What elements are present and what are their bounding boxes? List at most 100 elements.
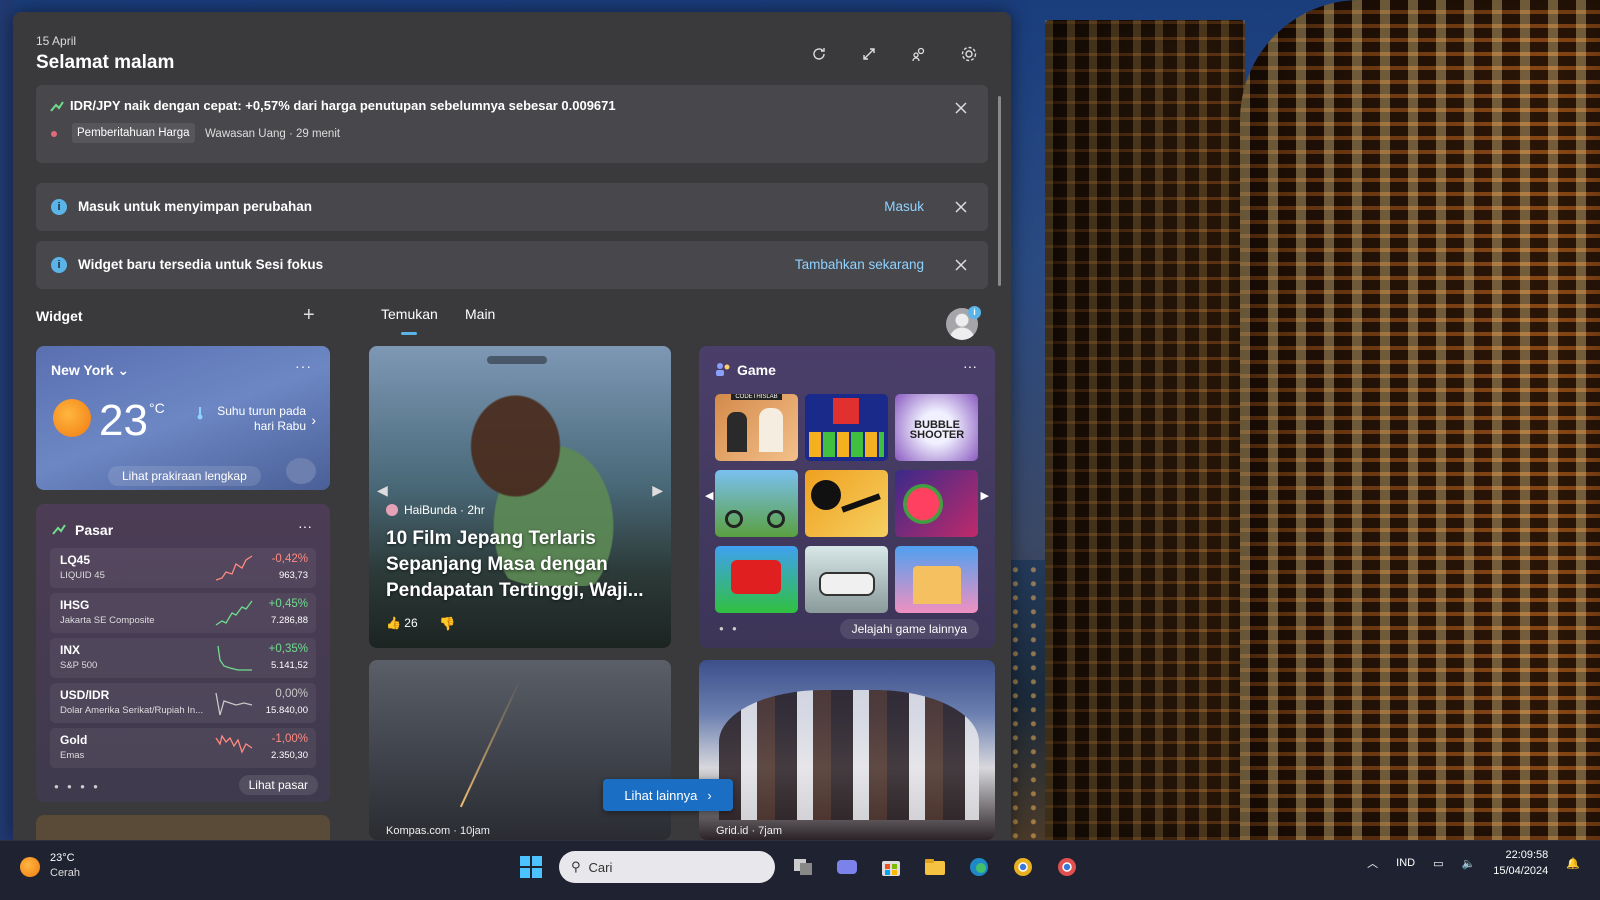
like-button[interactable]: 👍 26 xyxy=(386,616,418,630)
price: 963,73 xyxy=(278,570,308,581)
symbol: Gold xyxy=(60,733,88,747)
chevron-left-icon[interactable]: ◀ xyxy=(705,489,713,502)
game-tile-bubble[interactable]: BUBBLE SHOOTER xyxy=(895,394,978,461)
chevron-right-icon: › xyxy=(707,787,712,803)
weather-widget[interactable]: New York ⌄ ··· 23 °C Suhu turun pada har… xyxy=(36,346,330,490)
game-tile-chess[interactable]: CODETHISLAB xyxy=(715,394,798,461)
news-headline[interactable]: 10 Film Jepang Terlaris Sepanjang Masa d… xyxy=(386,526,656,604)
game-tile-stickman[interactable] xyxy=(805,470,888,537)
sunny-icon xyxy=(20,857,40,877)
header-date: 15 April xyxy=(36,34,77,48)
taskbar-condition: Cerah xyxy=(50,867,80,879)
search-placeholder: Cari xyxy=(588,859,613,875)
market-row[interactable]: INX S&P 500 +0,35% 5.141,52 xyxy=(50,638,316,678)
carousel-pager[interactable] xyxy=(487,356,547,364)
game-tile-motocross[interactable] xyxy=(715,470,798,537)
add-widget-button[interactable]: + xyxy=(303,304,315,327)
change: -1,00% xyxy=(271,733,308,745)
chevron-right-icon[interactable]: ▶ xyxy=(652,482,663,499)
avatar[interactable]: i xyxy=(946,306,981,340)
dislike-icon[interactable]: 👎 xyxy=(439,616,455,632)
store-icon[interactable] xyxy=(875,851,907,883)
market-row[interactable]: Gold Emas -1,00% 2.350,30 xyxy=(50,728,316,768)
tab-main[interactable]: Main xyxy=(465,306,495,322)
volume-icon[interactable]: 🔈 xyxy=(1462,857,1476,870)
price: 5.141,52 xyxy=(271,660,308,671)
file-explorer-icon[interactable] xyxy=(919,851,951,883)
news-source: Grid.id · 7jam xyxy=(716,825,783,837)
market-row[interactable]: LQ45 LIQUID 45 -0,42% 963,73 xyxy=(50,548,316,588)
chevron-left-icon[interactable]: ◀ xyxy=(377,482,388,499)
weather-forecast: Suhu turun pada hari Rabu xyxy=(217,404,306,433)
symbol: USD/IDR xyxy=(60,688,110,702)
scrollbar[interactable] xyxy=(998,96,1001,286)
pager-dots[interactable]: ● ● ● ● xyxy=(54,782,101,791)
symbol-name: S&P 500 xyxy=(60,660,98,671)
alert-tag: Pemberitahuan Harga xyxy=(72,123,195,143)
info-icon: i xyxy=(51,257,67,273)
symbol-name: Jakarta SE Composite xyxy=(60,615,155,626)
news-card[interactable]: ◀ ▶ HaiBunda · 2hr 10 Film Jepang Terlar… xyxy=(369,346,671,648)
taskbar: 23°C Cerah ⚲ Cari ︿ IND ▭ 🔈 22:09:58 15/04… xyxy=(0,840,1600,900)
game-tile-house[interactable] xyxy=(895,546,978,613)
alert-source: Wawasan Uang · 29 menit xyxy=(205,128,341,140)
close-icon[interactable] xyxy=(954,101,968,115)
sparkline xyxy=(215,692,253,716)
gear-icon[interactable] xyxy=(957,42,981,66)
tab-temukan[interactable]: Temukan xyxy=(381,306,438,335)
change: 0,00% xyxy=(275,688,308,700)
symbol-name: Dolar Amerika Serikat/Rupiah In... xyxy=(60,705,204,716)
meet-icon[interactable] xyxy=(831,851,863,883)
header-greeting: Selamat malam xyxy=(36,52,175,73)
sparkline xyxy=(215,734,253,754)
search-input[interactable]: ⚲ Cari xyxy=(559,851,775,883)
clock[interactable]: 22:09:58 15/04/2024 xyxy=(1493,847,1548,879)
symbol: LQ45 xyxy=(60,553,91,567)
close-icon[interactable] xyxy=(954,258,968,272)
market-title: Pasar xyxy=(75,522,114,538)
signin-notice: i Masuk untuk menyimpan perubahan Masuk xyxy=(36,183,988,231)
full-forecast-link[interactable]: Lihat prakiraan lengkap xyxy=(108,466,261,486)
chrome-icon[interactable] xyxy=(1007,851,1039,883)
edge-icon[interactable] xyxy=(963,851,995,883)
chevron-up-icon[interactable]: ︿ xyxy=(1367,855,1378,871)
sparkline xyxy=(217,645,252,671)
widgets-panel: 15 April Selamat malam IDR/JPY naik deng… xyxy=(13,12,1011,840)
notice-text: Masuk untuk menyimpan perubahan xyxy=(78,199,313,214)
people-icon[interactable] xyxy=(907,42,931,66)
refresh-icon[interactable] xyxy=(807,42,831,66)
map-thumbnail[interactable] xyxy=(286,458,316,484)
windows-start-icon[interactable] xyxy=(515,851,547,883)
see-more-button[interactable]: Lihat lainnya › xyxy=(603,779,733,811)
news-card[interactable]: Grid.id · 7jam xyxy=(699,660,995,840)
network-icon[interactable]: ▭ xyxy=(1433,857,1443,870)
market-row[interactable]: IHSG Jakarta SE Composite +0,45% 7.286,88 xyxy=(50,593,316,633)
price-alert-card[interactable]: IDR/JPY naik dengan cepat: +0,57% dari h… xyxy=(36,85,988,163)
more-options-icon[interactable]: ··· xyxy=(295,358,312,374)
chevron-right-icon[interactable]: ▶ xyxy=(981,489,989,502)
game-tile-police-car[interactable] xyxy=(805,546,888,613)
pager-dots[interactable]: ● ● xyxy=(719,624,740,633)
game-tile-watermelon[interactable] xyxy=(895,470,978,537)
clock-date: 15/04/2024 xyxy=(1493,865,1549,877)
chevron-right-icon[interactable]: › xyxy=(311,412,316,428)
bell-icon[interactable]: 🔔 xyxy=(1566,857,1580,870)
more-options-icon[interactable]: ··· xyxy=(963,358,977,374)
chrome-icon[interactable] xyxy=(1051,851,1083,883)
add-now-link[interactable]: Tambahkan sekarang xyxy=(795,257,924,272)
explore-games-link[interactable]: Jelajahi game lainnya xyxy=(839,619,979,639)
weather-city[interactable]: New York ⌄ xyxy=(51,362,129,379)
signin-link[interactable]: Masuk xyxy=(884,199,924,214)
input-language[interactable]: IND xyxy=(1396,857,1415,869)
news-source: Kompas.com · 10jam xyxy=(386,825,490,837)
news-card[interactable]: Kompas.com · 10jam xyxy=(369,660,671,840)
notice-text: Widget baru tersedia untuk Sesi fokus xyxy=(78,257,324,272)
expand-icon[interactable] xyxy=(857,42,881,66)
market-row[interactable]: USD/IDR Dolar Amerika Serikat/Rupiah In..… xyxy=(50,683,316,723)
game-tile-blocks[interactable] xyxy=(805,394,888,461)
more-options-icon[interactable]: ··· xyxy=(298,518,312,534)
task-view-icon[interactable] xyxy=(787,851,819,883)
close-icon[interactable] xyxy=(954,200,968,214)
see-market-link[interactable]: Lihat pasar xyxy=(238,775,318,795)
game-tile-truck[interactable] xyxy=(715,546,798,613)
